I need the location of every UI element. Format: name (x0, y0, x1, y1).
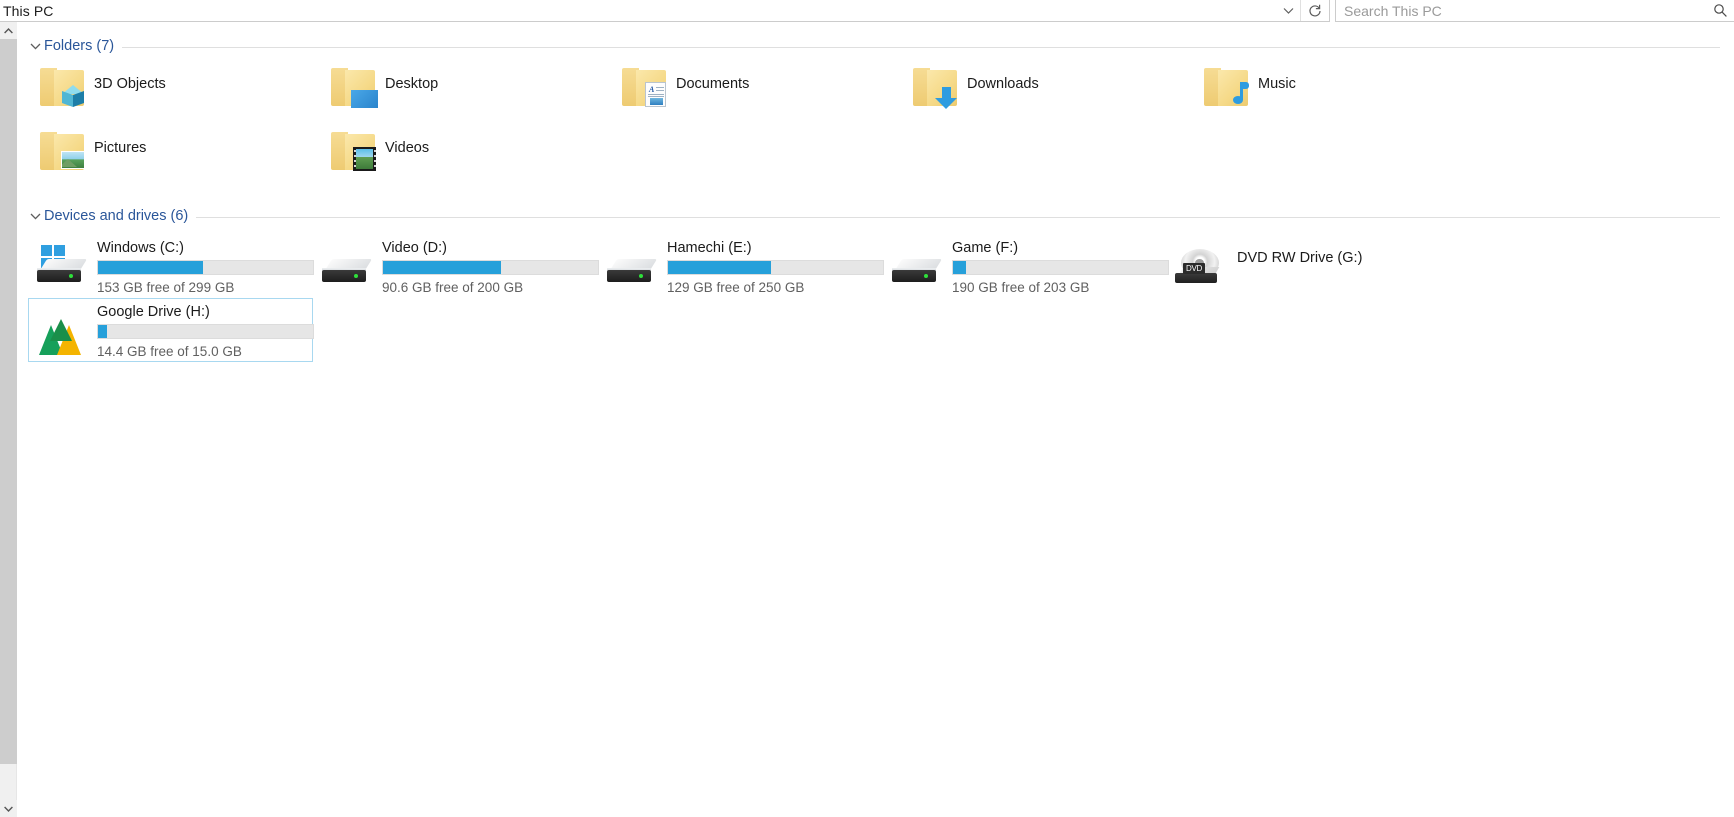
capacity-bar (382, 260, 599, 275)
folder-item-downloads[interactable]: Downloads (901, 62, 1192, 126)
address-bar[interactable]: This PC (0, 0, 1330, 22)
folder-item-videos[interactable]: Videos (319, 126, 610, 190)
vertical-scrollbar[interactable] (0, 22, 17, 817)
group-title: Devices and drives (6) (44, 208, 189, 224)
drive-free-space: 129 GB free of 250 GB (667, 280, 805, 295)
drive-free-space: 190 GB free of 203 GB (952, 280, 1090, 295)
folder-3d-objects-icon (28, 64, 94, 122)
search-input-placeholder[interactable]: Search This PC (1336, 3, 1706, 19)
folder-label: Pictures (94, 140, 147, 156)
drive-label: Game (F:) (952, 240, 1019, 256)
explorer-toolbar: This PC Search This PC (0, 0, 1734, 22)
folder-downloads-icon (901, 64, 967, 122)
google-drive-icon (31, 309, 97, 363)
drive-label: Hamechi (E:) (667, 240, 752, 256)
dvd-disc-label: DVD (1183, 263, 1205, 274)
folder-label: Videos (385, 140, 430, 156)
capacity-bar (97, 260, 314, 275)
folder-videos-icon (319, 128, 385, 186)
drive-item-video-d[interactable]: Video (D:) 90.6 GB free of 200 GB (313, 234, 599, 299)
folder-music-icon (1192, 64, 1258, 122)
drive-item-hamechi-e[interactable]: Hamechi (E:) 129 GB free of 250 GB (598, 234, 884, 299)
address-bar-text: This PC (3, 2, 54, 19)
folder-label: Downloads (967, 76, 1039, 92)
drive-label: Windows (C:) (97, 240, 185, 256)
drive-label: Google Drive (H:) (97, 304, 210, 320)
drive-free-space: 90.6 GB free of 200 GB (382, 280, 524, 295)
drives-grid: Windows (C:) 153 GB free of 299 GB Video… (28, 234, 1734, 362)
drive-item-windows-c[interactable]: Windows (C:) 153 GB free of 299 GB (28, 234, 314, 299)
folder-item-music[interactable]: Music (1192, 62, 1483, 126)
chevron-down-icon[interactable] (1277, 0, 1299, 21)
drive-item-dvd-rw-g[interactable]: DVD DVD RW Drive (G:) (1168, 234, 1453, 298)
scrollbar-thumb[interactable] (0, 39, 17, 764)
group-header-devices[interactable]: Devices and drives (6) (26, 206, 1734, 226)
drive-item-google-drive-h[interactable]: Google Drive (H:) 14.4 GB free of 15.0 G… (28, 298, 314, 363)
scroll-up-arrow-icon[interactable] (0, 22, 17, 39)
search-icon[interactable] (1706, 1, 1734, 21)
folder-pictures-icon (28, 128, 94, 186)
drive-free-space: 153 GB free of 299 GB (97, 280, 235, 295)
hard-drive-icon (316, 245, 382, 299)
hard-drive-icon (601, 245, 667, 299)
dvd-drive-icon: DVD (1171, 245, 1237, 299)
chevron-down-icon[interactable] (26, 207, 44, 225)
scroll-down-arrow-icon[interactable] (0, 800, 17, 817)
folder-label: Music (1258, 76, 1296, 92)
folder-documents-icon: A (610, 64, 676, 122)
drive-label: DVD RW Drive (G:) (1237, 250, 1363, 266)
group-header-folders[interactable]: Folders (7) (26, 36, 1734, 56)
folder-label: Documents (676, 76, 750, 92)
folders-grid: 3D Objects Desktop A Documents Downloads… (28, 62, 1734, 190)
drive-item-game-f[interactable]: Game (F:) 190 GB free of 203 GB (883, 234, 1169, 299)
refresh-icon[interactable] (1300, 0, 1329, 21)
chevron-down-icon[interactable] (26, 37, 44, 55)
folder-item-pictures[interactable]: Pictures (28, 126, 319, 190)
folder-label: 3D Objects (94, 76, 166, 92)
capacity-bar (667, 260, 884, 275)
hard-drive-icon (886, 245, 952, 299)
folder-item-desktop[interactable]: Desktop (319, 62, 610, 126)
folder-desktop-icon (319, 64, 385, 122)
folder-item-3d-objects[interactable]: 3D Objects (28, 62, 319, 126)
file-list-content: Folders (7) 3D Objects Desktop A Documen… (18, 22, 1734, 817)
group-divider (196, 216, 1720, 218)
group-divider (122, 46, 1720, 48)
drive-label: Video (D:) (382, 240, 448, 256)
group-title: Folders (7) (44, 38, 115, 54)
folder-item-documents[interactable]: A Documents (610, 62, 901, 126)
drive-free-space: 14.4 GB free of 15.0 GB (97, 344, 242, 359)
capacity-bar (97, 324, 314, 339)
windows-drive-icon (31, 245, 97, 299)
capacity-bar (952, 260, 1169, 275)
search-box[interactable]: Search This PC (1335, 0, 1734, 22)
folder-label: Desktop (385, 76, 439, 92)
